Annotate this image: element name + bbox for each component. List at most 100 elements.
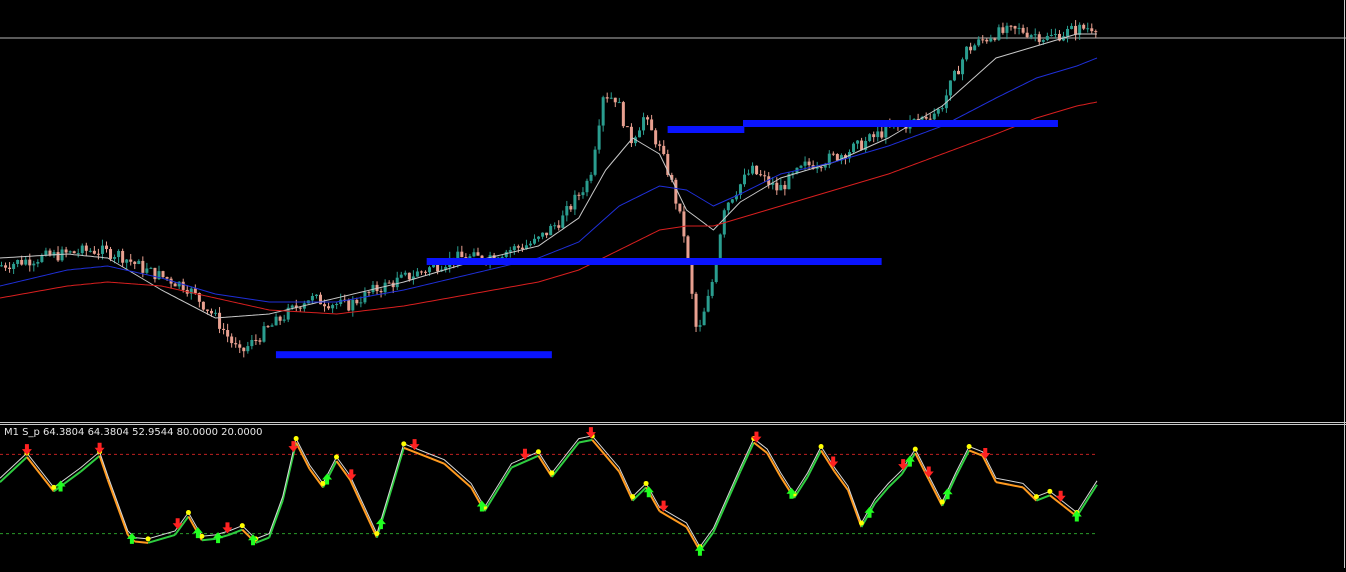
candle-body [803,161,807,166]
candle [1017,23,1021,35]
candle-body [1090,28,1094,32]
signal-dot [818,443,824,449]
candle-body [327,306,331,309]
candle [654,128,658,148]
candle [173,282,177,287]
candle-body [868,134,872,141]
candle-body [747,173,751,175]
candle [561,210,565,229]
candle [1070,23,1074,30]
candle [40,253,44,264]
candle-body [638,130,642,138]
candle [674,177,678,210]
sell-arrow-icon [980,448,991,460]
candle-body [561,215,565,228]
candle [783,180,787,196]
candle [593,146,597,177]
candle-body [557,225,561,228]
candle [415,268,419,277]
candle [250,334,254,350]
candle [957,65,961,75]
candle [702,307,706,326]
support-resistance-zone [275,351,552,359]
candle-body [234,343,238,345]
candle-body [355,299,359,304]
candle [8,262,12,273]
candle-body [290,305,294,308]
support-resistance-zone [667,126,745,133]
candle-body [181,281,185,290]
candle-body [1086,28,1090,30]
candle-body [961,59,965,75]
candle-body [351,299,355,311]
candle [149,266,153,269]
candle-body [718,234,722,261]
candle [274,313,278,326]
candle [24,256,28,266]
candle [1074,20,1078,41]
oscillator-signal-segment [268,500,284,538]
oscillator-signal-segment [80,454,101,473]
candle [613,97,617,108]
candle [738,183,742,199]
candle [379,288,383,298]
candle-body [589,174,593,181]
candle [617,97,621,104]
candle [747,169,751,176]
ma-fast-line [0,33,1097,319]
candle [682,206,686,243]
candle-body [80,245,84,254]
candle-body [500,256,504,258]
candle-body [981,39,985,41]
candle [997,24,1001,41]
candle [1082,23,1086,31]
price-chart-panel[interactable] [0,0,1346,422]
candle-body [133,261,137,264]
candle-body [1037,34,1041,42]
candle [234,337,238,348]
signal-dot [643,480,649,486]
candle [601,95,605,132]
candle [565,200,569,222]
candle-body [642,117,646,131]
candle-body [145,268,149,273]
candle-body [173,283,177,287]
candle-body [573,194,577,210]
candle [605,92,609,103]
candle [1033,28,1037,42]
sell-arrow-icon [409,439,420,451]
oscillator-signal-segment [98,455,109,480]
candle-body [545,232,549,236]
candle [117,249,121,264]
candle [254,334,258,345]
buy-arrow-icon [375,518,386,530]
candle-body [1029,35,1033,38]
candle [981,35,985,44]
candle-body [835,154,839,161]
candle-body [965,46,969,60]
candle [1005,22,1009,40]
candle [242,347,246,358]
candle [96,248,100,260]
candle [989,34,993,43]
candle-body [936,109,940,114]
candle-body [193,288,197,294]
candle [476,247,480,256]
candle-body [104,245,108,250]
candle-body [973,45,977,51]
candle [319,292,323,305]
candle-body [88,250,92,252]
sell-arrow-icon [222,522,233,534]
oscillator-panel[interactable] [0,425,1346,568]
candle-body [730,199,734,203]
candle-body [335,303,339,306]
candle-body [989,38,993,42]
candle [658,140,662,151]
signal-dot [239,523,245,529]
candle [1053,28,1057,39]
candle-body [214,312,218,314]
candle [270,323,274,327]
candle [226,323,230,343]
candle [411,270,415,285]
candle-body [601,97,605,126]
